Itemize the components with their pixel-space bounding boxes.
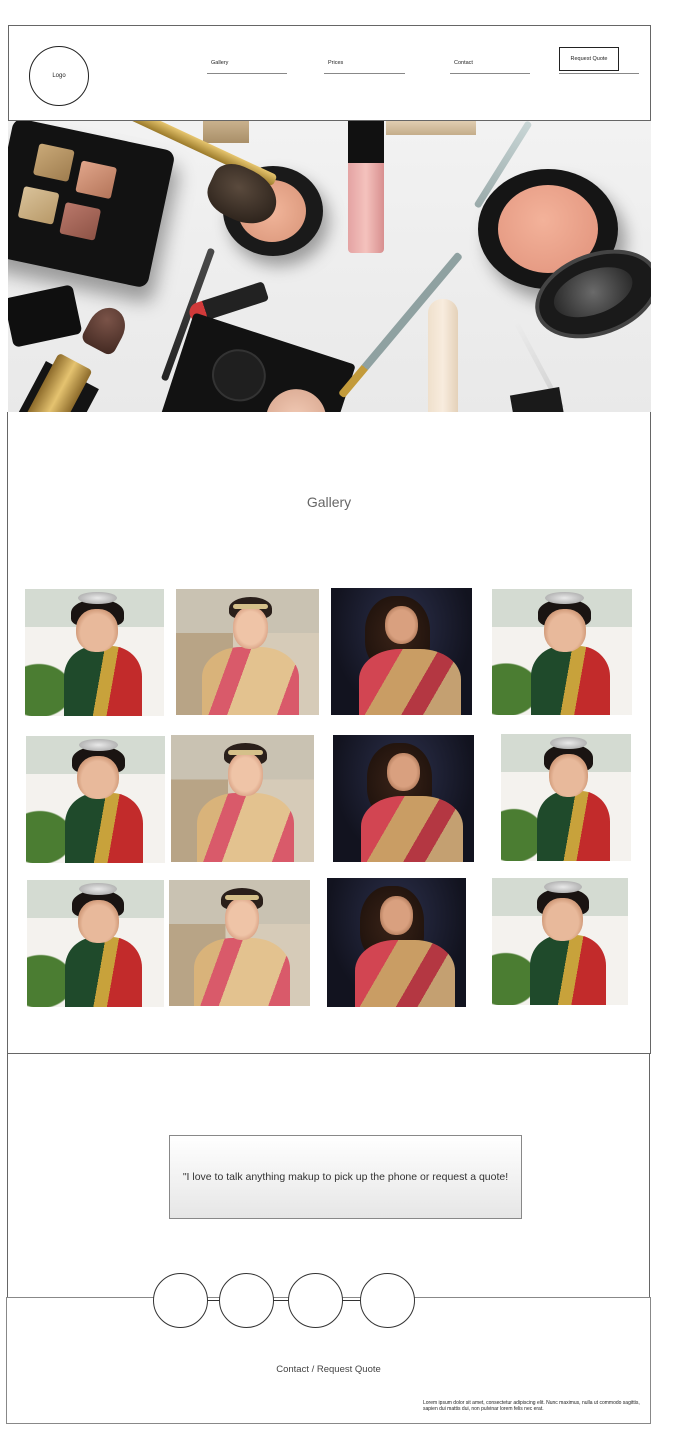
gallery-photo[interactable]: [331, 588, 472, 715]
gallery-photo[interactable]: [169, 880, 310, 1006]
social-connector: [342, 1300, 360, 1301]
quote-section: "I love to talk anything makup to pick u…: [7, 1054, 650, 1298]
concealer-stick: [428, 299, 458, 412]
gallery-title: Gallery: [306, 494, 352, 510]
hero-shape: [8, 284, 83, 348]
nav-divider: [559, 73, 639, 74]
request-quote-button[interactable]: Request Quote: [559, 47, 619, 71]
footer-contact-link[interactable]: Contact / Request Quote: [7, 1364, 650, 1375]
social-icon-1[interactable]: [153, 1273, 208, 1328]
social-icon-4[interactable]: [360, 1273, 415, 1328]
hero-shape: [509, 386, 567, 412]
hero-makeup-image: [8, 121, 651, 412]
compact-palette: [160, 312, 356, 412]
social-icon-3[interactable]: [288, 1273, 343, 1328]
gallery-photo[interactable]: [333, 735, 474, 862]
nav-link-contact[interactable]: Contact: [450, 54, 530, 74]
gallery-photo[interactable]: [176, 589, 319, 715]
hero-shape: [203, 121, 249, 143]
gallery-photo[interactable]: [492, 878, 628, 1005]
gallery-photo[interactable]: [26, 736, 165, 863]
gallery-photo[interactable]: [501, 734, 631, 861]
social-connector: [207, 1300, 219, 1301]
gallery-photo[interactable]: [171, 735, 314, 862]
gallery-photo[interactable]: [27, 880, 164, 1007]
eyeshadow-palette: [8, 121, 176, 289]
lip-gloss-cap: [348, 121, 384, 163]
hero-shape: [386, 121, 476, 135]
nav-link-prices[interactable]: Prices: [324, 54, 405, 74]
footer-body-text: Lorem ipsum dolor sit amet, consectetur …: [423, 1400, 640, 1412]
social-connector: [273, 1300, 288, 1301]
gallery-photo[interactable]: [327, 878, 466, 1007]
quote-callout: "I love to talk anything makup to pick u…: [169, 1135, 522, 1219]
gallery-photo[interactable]: [492, 589, 632, 715]
quote-text: "I love to talk anything makup to pick u…: [182, 1171, 509, 1183]
lipstick-bullet: [79, 301, 133, 357]
social-icon-2[interactable]: [219, 1273, 274, 1328]
site-header: Logo Gallery Prices Contact Request Quot…: [8, 25, 651, 121]
gallery-photo[interactable]: [25, 589, 164, 716]
logo[interactable]: Logo: [29, 46, 89, 106]
nav-link-gallery[interactable]: Gallery: [207, 54, 287, 74]
logo-label: Logo: [52, 73, 66, 79]
